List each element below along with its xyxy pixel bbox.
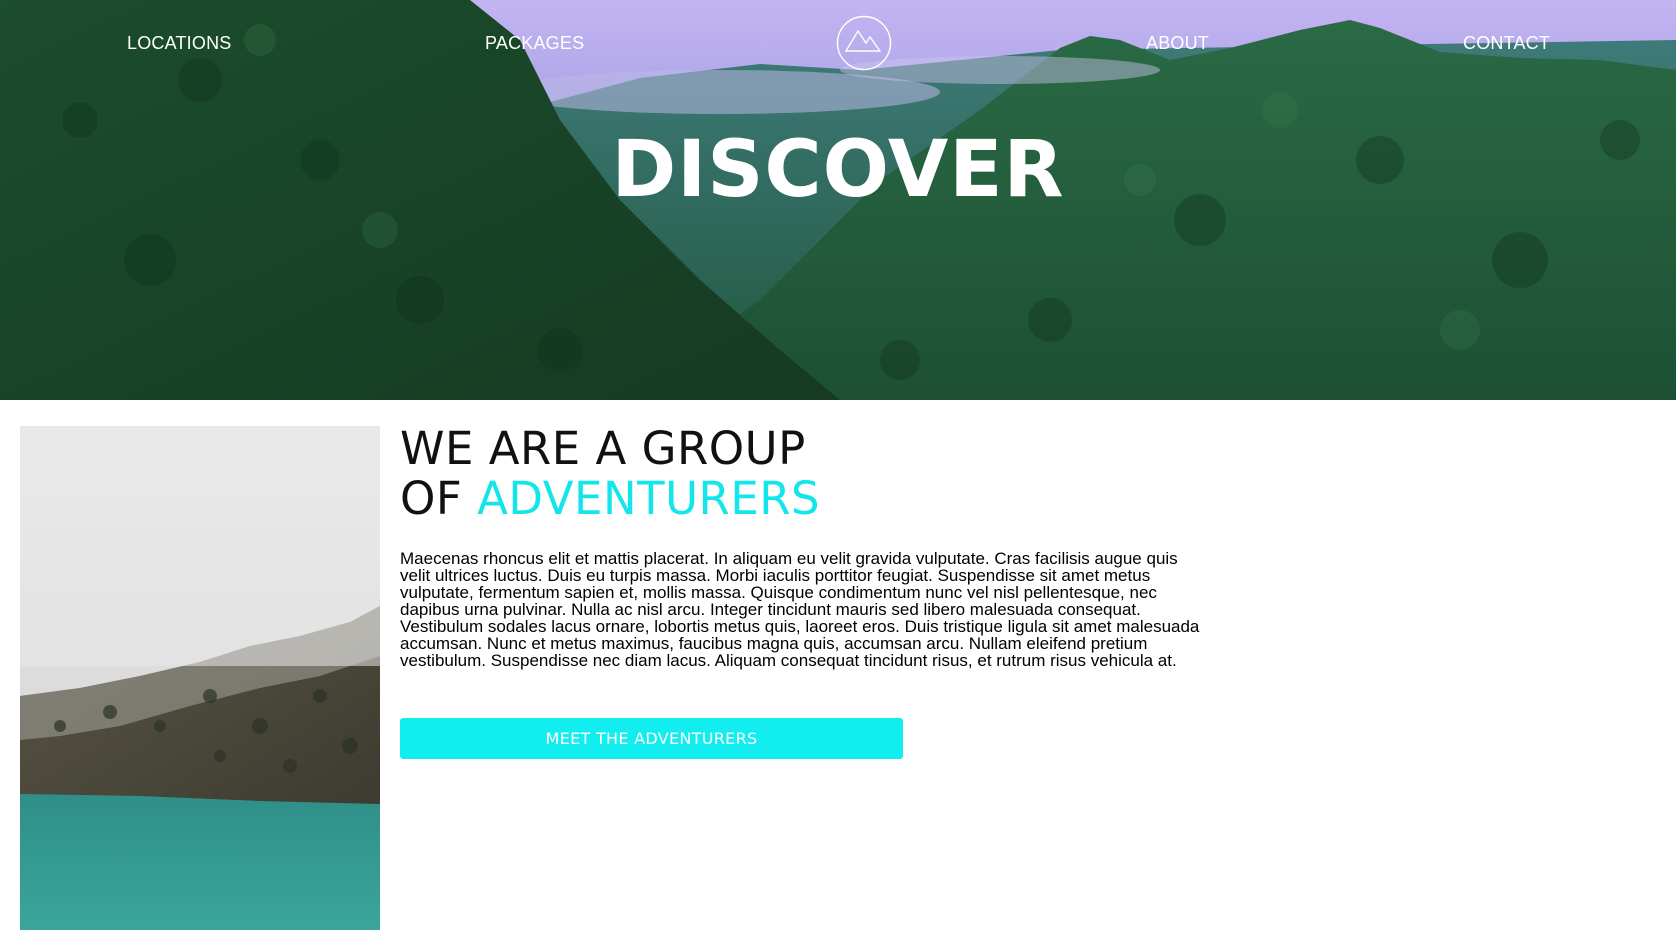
meet-the-adventurers-button[interactable]: MEET THE ADVENTURERS (400, 718, 903, 759)
nav-link-contact[interactable]: CONTACT (1463, 33, 1550, 54)
top-navigation: LOCATIONS PACKAGES ABOUT CONTACT (0, 0, 1676, 88)
intro-paragraph: Maecenas rhoncus elit et mattis placerat… (400, 549, 1200, 670)
nav-link-locations[interactable]: LOCATIONS (127, 33, 231, 54)
headline-accent-word: ADVENTURERS (477, 472, 821, 525)
intro-headline: WE ARE A GROUP OF ADVENTURERS (400, 424, 820, 524)
nav-link-about[interactable]: ABOUT (1146, 33, 1209, 54)
headline-line-1: WE ARE A GROUP (400, 422, 806, 475)
headline-line-2-prefix: OF (400, 472, 478, 525)
mountain-logo-icon[interactable] (836, 15, 892, 71)
nav-link-packages[interactable]: PACKAGES (485, 33, 584, 54)
hero-banner: LOCATIONS PACKAGES ABOUT CONTACT DISCOVE… (0, 0, 1676, 400)
lake-mountain-photo (20, 426, 380, 930)
intro-section: WE ARE A GROUP OF ADVENTURERS Maecenas r… (0, 400, 1676, 930)
hero-title: DISCOVER (611, 125, 1065, 215)
